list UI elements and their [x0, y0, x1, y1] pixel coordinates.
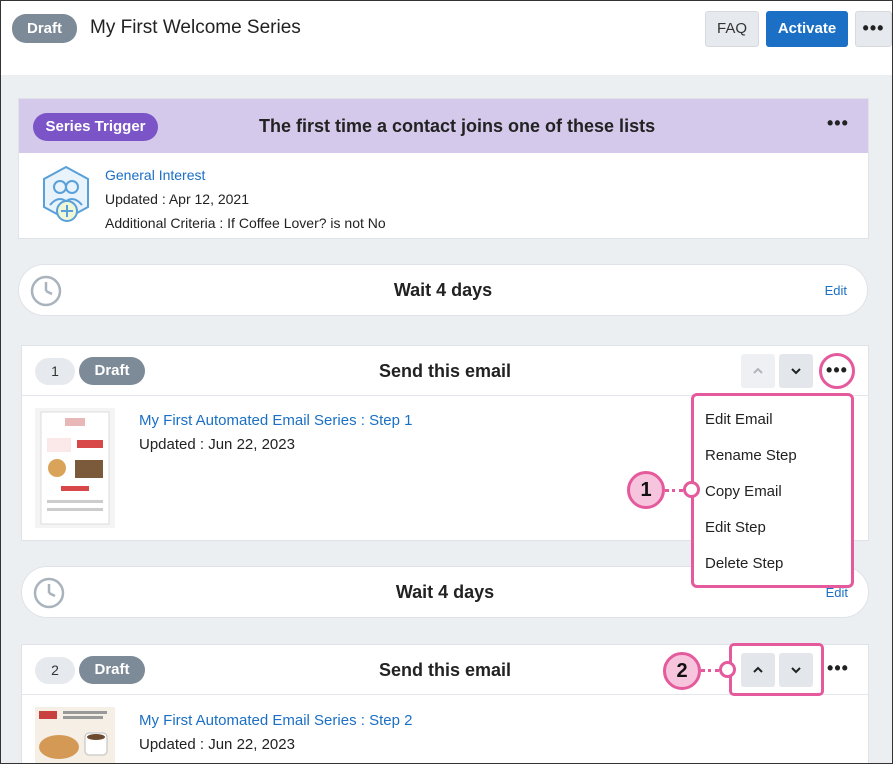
more-options-button[interactable]: ••• — [855, 11, 892, 47]
trigger-header: Series Trigger The first time a contact … — [19, 99, 868, 153]
callout-target-ring — [683, 481, 700, 498]
contact-list-icon — [43, 165, 89, 222]
email-link[interactable]: My First Automated Email Series : Step 2 — [139, 712, 412, 729]
email-thumbnail — [35, 707, 115, 763]
additional-criteria: Additional Criteria : If Coffee Lover? i… — [105, 215, 386, 231]
more-horizontal-icon: ••• — [827, 113, 849, 133]
move-up-button[interactable] — [741, 354, 775, 388]
faq-button[interactable]: FAQ — [705, 11, 759, 47]
menu-item-copy-email[interactable]: Copy Email — [705, 483, 782, 500]
callout-target-ring — [719, 661, 736, 678]
app-frame: Draft My First Welcome Series FAQ Activa… — [0, 0, 893, 764]
more-horizontal-icon: ••• — [827, 658, 849, 678]
highlight-box — [729, 643, 824, 696]
email-updated-date: Updated : Jun 22, 2023 — [139, 736, 295, 753]
page-title: My First Welcome Series — [90, 17, 301, 38]
more-horizontal-icon: ••• — [826, 360, 848, 380]
page-header: Draft My First Welcome Series FAQ Activa… — [1, 1, 892, 75]
step-actions-menu: Edit Email Rename Step Copy Email Edit S… — [691, 393, 854, 588]
move-down-button[interactable] — [779, 354, 813, 388]
step-more-button[interactable]: ••• — [819, 353, 855, 389]
wait-label: Wait 4 days — [393, 280, 493, 300]
menu-item-rename-step[interactable]: Rename Step — [705, 447, 797, 464]
chevron-up-icon — [753, 367, 763, 374]
wait-edit-link[interactable]: Edit — [825, 283, 847, 298]
menu-item-edit-email[interactable]: Edit Email — [705, 411, 773, 428]
list-updated-date: Updated : Apr 12, 2021 — [105, 191, 249, 207]
series-trigger-card: Series Trigger The first time a contact … — [18, 98, 869, 239]
menu-item-edit-step[interactable]: Edit Step — [705, 519, 766, 536]
trigger-more-button[interactable]: ••• — [827, 113, 849, 134]
list-link[interactable]: General Interest — [105, 167, 205, 183]
status-badge: Draft — [12, 14, 77, 43]
step-more-button[interactable]: ••• — [821, 654, 855, 686]
more-horizontal-icon: ••• — [862, 18, 885, 38]
chevron-down-icon — [791, 368, 801, 375]
activate-button[interactable]: Activate — [766, 11, 848, 47]
menu-item-delete-step[interactable]: Delete Step — [705, 555, 783, 572]
step-header: 1 Draft Send this email ••• — [22, 346, 868, 396]
email-link[interactable]: My First Automated Email Series : Step 1 — [139, 412, 412, 429]
callout-marker-1: 1 — [627, 471, 665, 509]
email-thumbnail — [35, 408, 115, 528]
callout-connector — [665, 489, 683, 492]
series-trigger-badge: Series Trigger — [33, 113, 158, 141]
wait-row: Wait 4 days Edit — [18, 264, 868, 316]
callout-marker-2: 2 — [663, 652, 701, 690]
callout-connector — [701, 669, 719, 672]
trigger-title: The first time a contact joins one of th… — [259, 116, 656, 136]
email-updated-date: Updated : Jun 22, 2023 — [139, 436, 295, 453]
